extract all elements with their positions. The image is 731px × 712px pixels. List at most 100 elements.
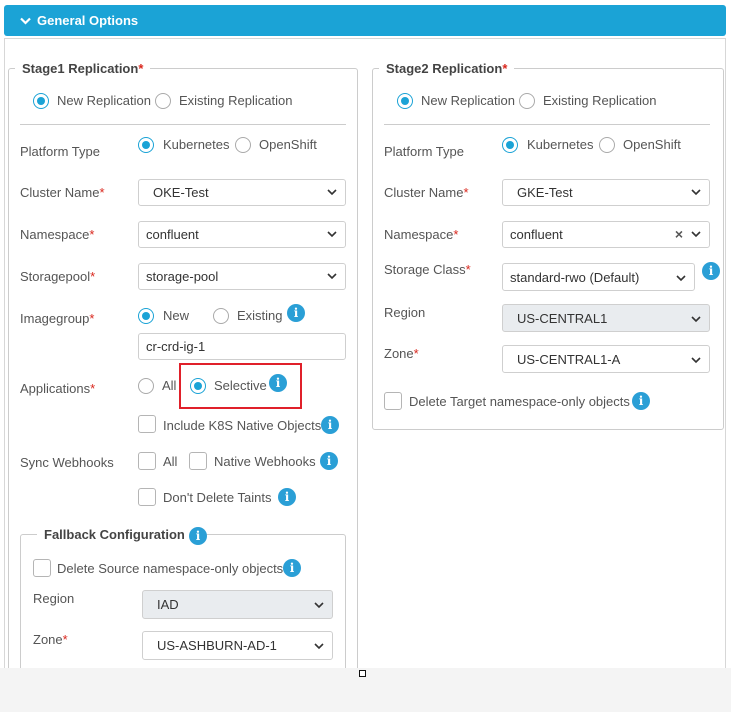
- info-icon[interactable]: i: [278, 488, 296, 506]
- fallback-legend: Fallback Configuration: [44, 527, 185, 542]
- stage2-namespace-label: Namespace*: [384, 227, 459, 242]
- info-icon[interactable]: i: [320, 452, 338, 470]
- stage2-existing-replication-radio[interactable]: [519, 93, 535, 109]
- stage2-new-replication-label[interactable]: New Replication: [421, 93, 515, 108]
- include-k8s-checkbox[interactable]: [138, 415, 156, 433]
- stage1-legend: Stage1 Replication*: [22, 61, 144, 76]
- stage1-applications-selective-label[interactable]: Selective: [214, 378, 267, 393]
- stage1-cluster-name-select[interactable]: OKE-Test: [138, 179, 346, 206]
- stage1-storagepool-label: Storagepool*: [20, 269, 96, 284]
- stage2-openshift-label[interactable]: OpenShift: [623, 137, 681, 152]
- chevron-down-icon: [676, 275, 686, 282]
- fallback-region-select[interactable]: IAD: [142, 590, 333, 619]
- stage1-imagegroup-existing-label[interactable]: Existing: [237, 308, 283, 323]
- stage2-region-label: Region: [384, 305, 426, 320]
- fallback-zone-value: US-ASHBURN-AD-1: [157, 638, 277, 653]
- stage1-platform-type-label: Platform Type: [20, 144, 100, 159]
- stage1-new-replication-label[interactable]: New Replication: [57, 93, 151, 108]
- sync-webhooks-label: Sync Webhooks: [20, 455, 114, 470]
- stage2-openshift-radio[interactable]: [599, 137, 615, 153]
- chevron-down-icon: [691, 231, 701, 238]
- info-icon[interactable]: i: [632, 392, 650, 410]
- fallback-region-value: IAD: [157, 597, 179, 612]
- native-webhooks-label[interactable]: Native Webhooks: [214, 454, 316, 469]
- stage2-zone-value: US-CENTRAL1-A: [517, 351, 621, 367]
- info-icon[interactable]: i: [189, 527, 207, 545]
- stage2-platform-type-label: Platform Type: [384, 144, 464, 159]
- storage-class-label: Storage Class*: [384, 262, 471, 277]
- stage1-storagepool-select[interactable]: storage-pool: [138, 263, 346, 290]
- stage1-imagegroup-label: Imagegroup*: [20, 311, 95, 326]
- fallback-zone-select[interactable]: US-ASHBURN-AD-1: [142, 631, 333, 660]
- stage2-kubernetes-radio[interactable]: [502, 137, 518, 153]
- stage1-openshift-radio[interactable]: [235, 137, 251, 153]
- stage1-applications-all-label[interactable]: All: [162, 378, 176, 393]
- chevron-down-icon: [327, 189, 337, 196]
- info-icon[interactable]: i: [283, 559, 301, 577]
- stage2-namespace-value: confluent: [510, 227, 563, 242]
- storage-class-value: standard-rwo (Default): [510, 269, 640, 285]
- stage1-kubernetes-label[interactable]: Kubernetes: [163, 137, 230, 152]
- stage1-imagegroup-value: cr-crd-ig-1: [146, 339, 206, 354]
- chevron-down-icon: [691, 357, 701, 364]
- stage1-namespace-select[interactable]: confluent: [138, 221, 346, 248]
- stage1-new-replication-radio[interactable]: [33, 93, 49, 109]
- stage1-namespace-value: confluent: [146, 227, 199, 242]
- stage1-existing-replication-label[interactable]: Existing Replication: [179, 93, 292, 108]
- stage2-cluster-name-select[interactable]: GKE-Test: [502, 179, 710, 206]
- stage2-cluster-name-label: Cluster Name*: [384, 185, 469, 200]
- stage2-existing-replication-label[interactable]: Existing Replication: [543, 93, 656, 108]
- stage2-namespace-select[interactable]: confluent ×: [502, 221, 710, 248]
- delete-target-label[interactable]: Delete Target namespace-only objects: [409, 394, 630, 409]
- clear-icon[interactable]: ×: [675, 226, 683, 242]
- stage1-namespace-label: Namespace*: [20, 227, 95, 242]
- stage1-existing-replication-radio[interactable]: [155, 93, 171, 109]
- general-options-header[interactable]: General Options: [4, 5, 726, 36]
- chevron-down-icon: [691, 316, 701, 323]
- delete-source-checkbox[interactable]: [33, 559, 51, 577]
- include-k8s-label[interactable]: Include K8S Native Objects: [163, 418, 321, 433]
- sync-webhooks-all-checkbox[interactable]: [138, 452, 156, 470]
- chevron-down-icon: [20, 17, 31, 25]
- stage1-cluster-name-value: OKE-Test: [153, 185, 209, 200]
- page: General Options Stage1 Replication* New …: [0, 0, 731, 668]
- info-icon[interactable]: i: [269, 374, 287, 392]
- chevron-down-icon: [691, 189, 701, 196]
- stage1-divider: [20, 124, 346, 125]
- info-icon[interactable]: i: [321, 416, 339, 434]
- info-icon[interactable]: i: [287, 304, 305, 322]
- fallback-zone-label: Zone*: [33, 632, 68, 647]
- dont-delete-taints-label[interactable]: Don't Delete Taints: [163, 490, 271, 505]
- resize-handle[interactable]: [359, 670, 366, 677]
- chevron-down-icon: [327, 231, 337, 238]
- storage-class-select[interactable]: standard-rwo (Default): [502, 263, 695, 291]
- dont-delete-taints-checkbox[interactable]: [138, 488, 156, 506]
- stage1-applications-selective-radio[interactable]: [190, 378, 206, 394]
- stage1-cluster-name-label: Cluster Name*: [20, 185, 105, 200]
- panel-title: General Options: [37, 13, 139, 28]
- delete-source-label[interactable]: Delete Source namespace-only objects: [57, 561, 283, 576]
- stage1-applications-all-radio[interactable]: [138, 378, 154, 394]
- delete-target-checkbox[interactable]: [384, 392, 402, 410]
- stage2-region-select[interactable]: US-CENTRAL1: [502, 304, 710, 332]
- chevron-down-icon: [327, 273, 337, 280]
- stage2-kubernetes-label[interactable]: Kubernetes: [527, 137, 594, 152]
- stage1-imagegroup-input[interactable]: cr-crd-ig-1: [138, 333, 346, 360]
- stage2-cluster-name-value: GKE-Test: [517, 185, 573, 200]
- native-webhooks-checkbox[interactable]: [189, 452, 207, 470]
- stage1-openshift-label[interactable]: OpenShift: [259, 137, 317, 152]
- stage2-legend: Stage2 Replication*: [386, 61, 508, 76]
- stage1-imagegroup-new-label[interactable]: New: [163, 308, 189, 323]
- stage2-new-replication-radio[interactable]: [397, 93, 413, 109]
- info-icon[interactable]: i: [702, 262, 720, 280]
- stage1-imagegroup-new-radio[interactable]: [138, 308, 154, 324]
- stage2-zone-select[interactable]: US-CENTRAL1-A: [502, 345, 710, 373]
- stage1-imagegroup-existing-radio[interactable]: [213, 308, 229, 324]
- stage1-kubernetes-radio[interactable]: [138, 137, 154, 153]
- chevron-down-icon: [314, 643, 324, 650]
- stage1-storagepool-value: storage-pool: [146, 269, 219, 284]
- chevron-down-icon: [314, 602, 324, 609]
- sync-webhooks-all-label[interactable]: All: [163, 454, 177, 469]
- fallback-region-label: Region: [33, 591, 75, 606]
- stage2-region-value: US-CENTRAL1: [517, 310, 608, 326]
